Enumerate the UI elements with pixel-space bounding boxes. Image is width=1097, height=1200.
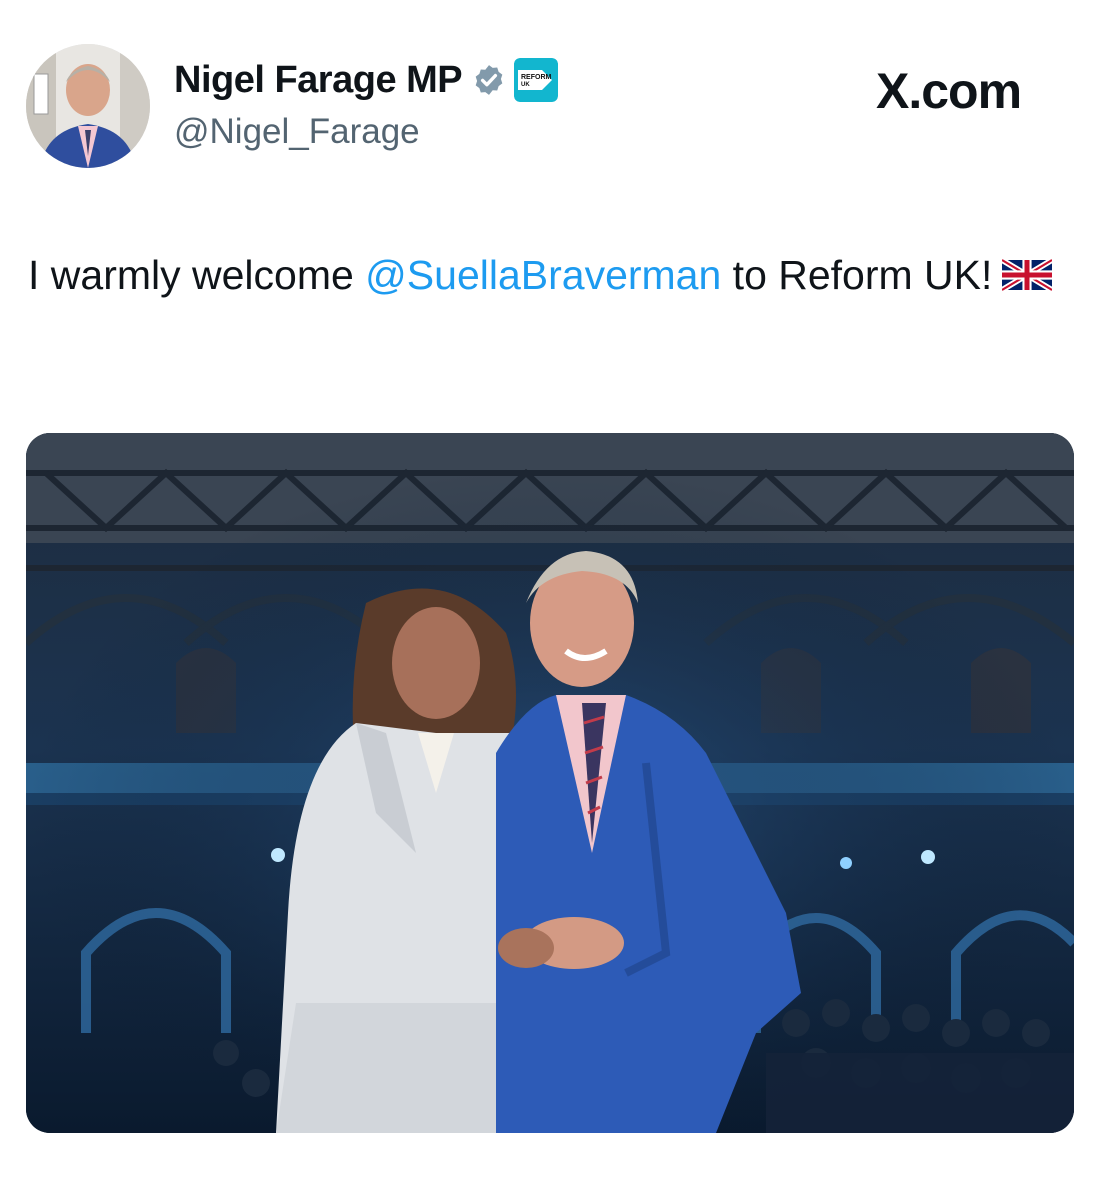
svg-text:UK: UK — [521, 82, 530, 88]
author-handle[interactable]: @Nigel_Farage — [174, 112, 420, 152]
reform-uk-affiliate-icon[interactable]: REFORM UK — [514, 58, 559, 102]
author-avatar[interactable] — [26, 44, 150, 168]
post-header: Nigel Farage MP REFORM UK @Nigel_Farage … — [0, 0, 1097, 200]
post-text: I warmly welcome @SuellaBraverman to Ref… — [28, 244, 1068, 306]
post-text-part: I warmly welcome — [28, 252, 366, 298]
svg-text:REFORM: REFORM — [521, 74, 552, 81]
mention-link[interactable]: @SuellaBraverman — [365, 252, 721, 298]
verified-badge-icon — [472, 63, 506, 97]
author-name-row: Nigel Farage MP REFORM UK — [174, 58, 559, 102]
post-photo[interactable] — [26, 433, 1074, 1133]
author-display-name[interactable]: Nigel Farage MP — [174, 59, 463, 102]
x-brand-logo: X.com — [876, 63, 1022, 119]
post-text-part: to Reform UK! — [721, 252, 993, 298]
uk-flag-emoji-icon — [1000, 246, 1054, 293]
